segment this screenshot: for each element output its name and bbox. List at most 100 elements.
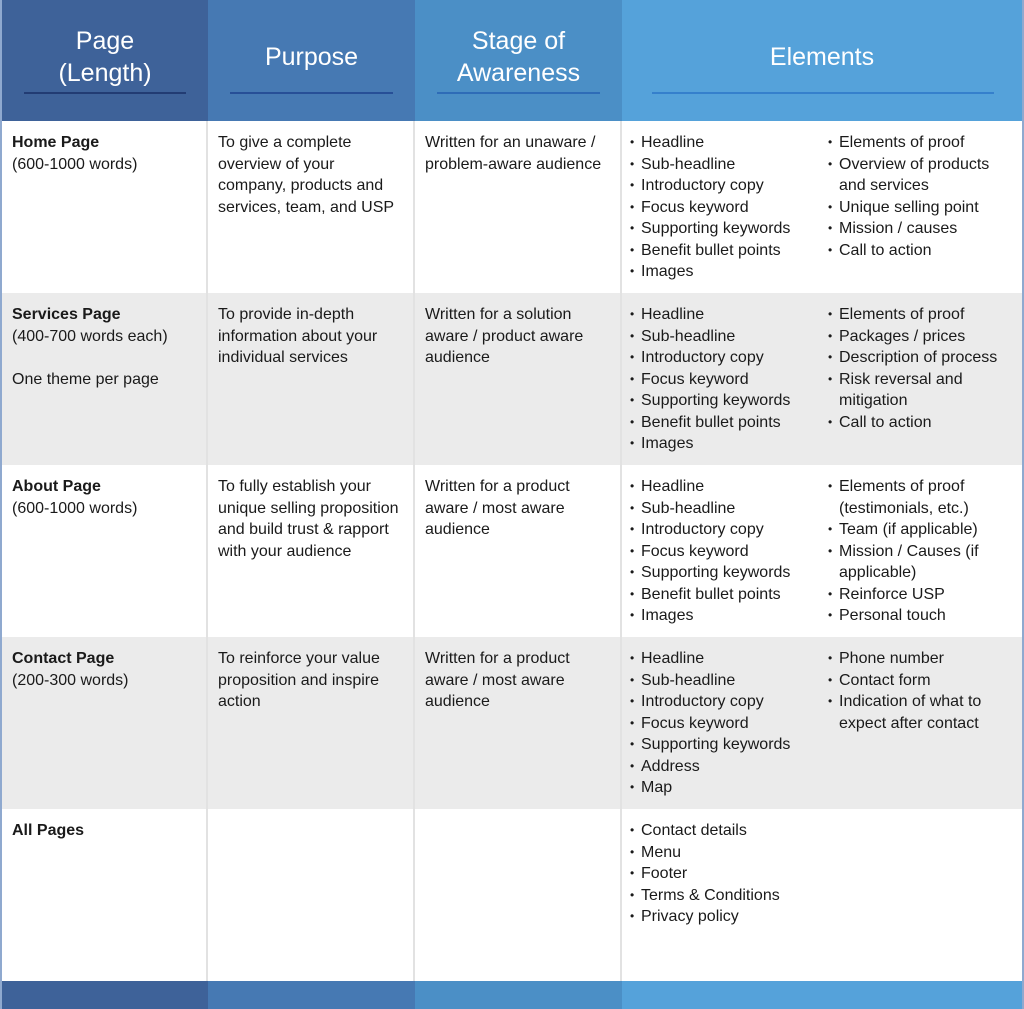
header-label: Elements <box>769 42 875 71</box>
header-stage-of-awareness: Stage of Awareness <box>415 0 622 121</box>
page-name: All Pages <box>12 822 85 839</box>
elements-list-left: Contact detailsMenuFooterTerms & Conditi… <box>630 820 828 981</box>
awareness-cell: Written for a product aware / most aware… <box>415 465 622 637</box>
awareness-cell: Written for an unaware / problem-aware a… <box>415 121 622 293</box>
website-page-content-table: Page (Length) Purpose Stage of Awareness E… <box>0 0 1024 1009</box>
element-item: Focus keyword <box>630 197 828 219</box>
page-note: One theme per page <box>12 370 159 388</box>
table-row: Services Page (400-700 words each) One the… <box>2 293 1022 465</box>
element-item: Call to action <box>828 240 1012 262</box>
elements-list-left: HeadlineSub-headlineIntroductory copyFoc… <box>630 304 828 465</box>
purpose-cell <box>208 809 415 981</box>
element-item: Personal touch <box>828 605 1012 627</box>
table-row: About Page (600-1000 words) To fully estab… <box>2 465 1022 637</box>
page-name: About Page <box>12 478 101 495</box>
footer-segment <box>208 981 415 1009</box>
elements-list-left: HeadlineSub-headlineIntroductory copyFoc… <box>630 476 828 637</box>
header-elements: Elements <box>622 0 1022 121</box>
header-underline <box>437 92 600 94</box>
element-item: Focus keyword <box>630 713 828 735</box>
element-item: Indication of what to expect after conta… <box>828 691 1012 734</box>
elements-list-right <box>828 820 1012 981</box>
footer-segment <box>622 981 1022 1009</box>
page-name: Contact Page <box>12 650 115 667</box>
element-item: Overview of products and services <box>828 154 1012 197</box>
header-label: Stage of <box>471 26 566 55</box>
elements-cell: HeadlineSub-headlineIntroductory copyFoc… <box>622 121 1022 293</box>
table-row: All Pages Contact detailsMenuFooterTerms … <box>2 809 1022 981</box>
header-label: Purpose <box>264 42 359 71</box>
header-purpose: Purpose <box>208 0 415 121</box>
element-item: Introductory copy <box>630 175 828 197</box>
header-label: (Length) <box>58 58 152 87</box>
header-underline <box>24 92 186 94</box>
element-item: Menu <box>630 842 828 864</box>
table-row: Contact Page (200-300 words) To reinforce … <box>2 637 1022 809</box>
element-item: Supporting keywords <box>630 734 828 756</box>
footer-segment <box>415 981 622 1009</box>
element-item: Address <box>630 756 828 778</box>
elements-list-right: Phone numberContact formIndication of wh… <box>828 648 1012 809</box>
elements-list-left: HeadlineSub-headlineIntroductory copyFoc… <box>630 132 828 293</box>
element-item: Benefit bullet points <box>630 584 828 606</box>
purpose-cell: To provide in-depth information about yo… <box>208 293 415 465</box>
element-item: Elements of proof <box>828 304 1012 326</box>
element-item: Focus keyword <box>630 541 828 563</box>
element-item: Images <box>630 433 828 455</box>
element-item: Elements of proof (testimonials, etc.) <box>828 476 1012 519</box>
page-cell: Services Page (400-700 words each) One the… <box>2 293 208 465</box>
element-item: Elements of proof <box>828 132 1012 154</box>
element-item: Headline <box>630 476 828 498</box>
element-item: Privacy policy <box>630 906 828 928</box>
element-item: Description of process <box>828 347 1012 369</box>
elements-list-right: Elements of proofOverview of products an… <box>828 132 1012 293</box>
page-length: (400-700 words each) <box>12 327 168 345</box>
table-header: Page (Length) Purpose Stage of Awareness E… <box>2 0 1022 121</box>
footer-segment <box>2 981 208 1009</box>
element-item: Images <box>630 605 828 627</box>
element-item: Introductory copy <box>630 691 828 713</box>
page-name: Services Page <box>12 306 121 323</box>
element-item: Sub-headline <box>630 154 828 176</box>
element-item: Focus keyword <box>630 369 828 391</box>
table-footer-bar <box>2 981 1022 1009</box>
purpose-cell: To fully establish your unique selling p… <box>208 465 415 637</box>
page-name: Home Page <box>12 134 100 151</box>
element-item: Footer <box>630 863 828 885</box>
element-item: Supporting keywords <box>630 218 828 240</box>
table-row: Home Page (600-1000 words) To give a compl… <box>2 121 1022 293</box>
purpose-cell: To reinforce your value proposition and … <box>208 637 415 809</box>
awareness-cell: Written for a solution aware / product a… <box>415 293 622 465</box>
page-length: (600-1000 words) <box>12 499 138 517</box>
elements-list-right: Elements of proofPackages / pricesDescri… <box>828 304 1012 465</box>
elements-list-left: HeadlineSub-headlineIntroductory copyFoc… <box>630 648 828 809</box>
header-page-length: Page (Length) <box>2 0 208 121</box>
element-item: Headline <box>630 132 828 154</box>
element-item: Unique selling point <box>828 197 1012 219</box>
elements-cell: HeadlineSub-headlineIntroductory copyFoc… <box>622 293 1022 465</box>
element-item: Images <box>630 261 828 283</box>
element-item: Sub-headline <box>630 498 828 520</box>
element-item: Call to action <box>828 412 1012 434</box>
element-item: Supporting keywords <box>630 562 828 584</box>
header-label: Page <box>75 26 135 55</box>
awareness-cell: Written for a product aware / most aware… <box>415 637 622 809</box>
element-item: Benefit bullet points <box>630 240 828 262</box>
header-label: Awareness <box>456 58 581 87</box>
page-cell: Contact Page (200-300 words) <box>2 637 208 809</box>
awareness-cell <box>415 809 622 981</box>
element-item: Sub-headline <box>630 670 828 692</box>
header-underline <box>652 92 994 94</box>
element-item: Benefit bullet points <box>630 412 828 434</box>
element-item: Reinforce USP <box>828 584 1012 606</box>
element-item: Introductory copy <box>630 519 828 541</box>
header-underline <box>230 92 393 94</box>
element-item: Contact form <box>828 670 1012 692</box>
element-item: Headline <box>630 304 828 326</box>
element-item: Sub-headline <box>630 326 828 348</box>
element-item: Headline <box>630 648 828 670</box>
element-item: Contact details <box>630 820 828 842</box>
elements-cell: Contact detailsMenuFooterTerms & Conditi… <box>622 809 1022 981</box>
elements-cell: HeadlineSub-headlineIntroductory copyFoc… <box>622 465 1022 637</box>
purpose-cell: To give a complete overview of your comp… <box>208 121 415 293</box>
